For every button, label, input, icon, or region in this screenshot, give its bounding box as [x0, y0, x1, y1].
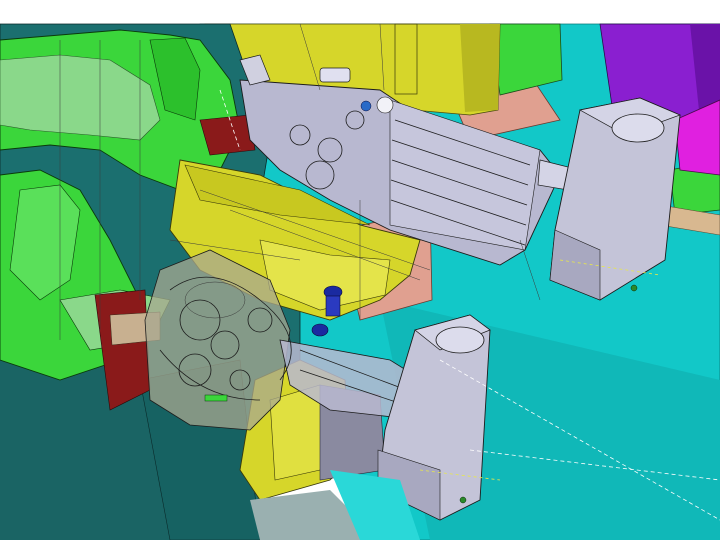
axis-origin-marker	[630, 284, 638, 292]
cad-3d-viewport[interactable]	[0, 0, 720, 540]
axis-origin-marker	[459, 496, 467, 504]
yellow-top-block-side	[460, 24, 500, 112]
viewport-background	[0, 0, 720, 24]
cad-scene[interactable]	[0, 0, 720, 540]
